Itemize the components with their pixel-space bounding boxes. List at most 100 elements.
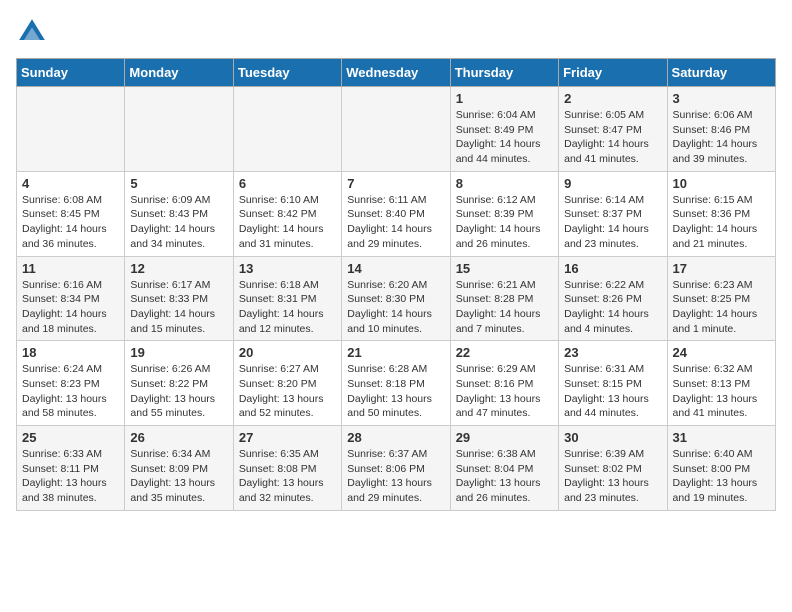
weekday-friday: Friday (559, 59, 667, 87)
day-info: Sunrise: 6:40 AM Sunset: 8:00 PM Dayligh… (673, 447, 770, 506)
day-info: Sunrise: 6:10 AM Sunset: 8:42 PM Dayligh… (239, 193, 336, 252)
day-number: 6 (239, 176, 336, 191)
day-info: Sunrise: 6:26 AM Sunset: 8:22 PM Dayligh… (130, 362, 227, 421)
day-info: Sunrise: 6:12 AM Sunset: 8:39 PM Dayligh… (456, 193, 553, 252)
calendar-cell: 2 Sunrise: 6:05 AM Sunset: 8:47 PM Daylig… (559, 87, 667, 172)
day-info: Sunrise: 6:33 AM Sunset: 8:11 PM Dayligh… (22, 447, 119, 506)
day-number: 7 (347, 176, 444, 191)
week-row-5: 25 Sunrise: 6:33 AM Sunset: 8:11 PM Dayli… (17, 426, 776, 511)
day-info: Sunrise: 6:18 AM Sunset: 8:31 PM Dayligh… (239, 278, 336, 337)
day-number: 29 (456, 430, 553, 445)
day-number: 14 (347, 261, 444, 276)
day-info: Sunrise: 6:20 AM Sunset: 8:30 PM Dayligh… (347, 278, 444, 337)
calendar-cell: 18 Sunrise: 6:24 AM Sunset: 8:23 PM Dayli… (17, 341, 125, 426)
day-number: 27 (239, 430, 336, 445)
day-number: 4 (22, 176, 119, 191)
day-info: Sunrise: 6:39 AM Sunset: 8:02 PM Dayligh… (564, 447, 661, 506)
day-info: Sunrise: 6:28 AM Sunset: 8:18 PM Dayligh… (347, 362, 444, 421)
day-info: Sunrise: 6:37 AM Sunset: 8:06 PM Dayligh… (347, 447, 444, 506)
weekday-monday: Monday (125, 59, 233, 87)
day-number: 3 (673, 91, 770, 106)
calendar-table: SundayMondayTuesdayWednesdayThursdayFrid… (16, 58, 776, 511)
calendar-cell: 26 Sunrise: 6:34 AM Sunset: 8:09 PM Dayli… (125, 426, 233, 511)
calendar-cell: 4 Sunrise: 6:08 AM Sunset: 8:45 PM Daylig… (17, 171, 125, 256)
calendar-cell: 28 Sunrise: 6:37 AM Sunset: 8:06 PM Dayli… (342, 426, 450, 511)
day-info: Sunrise: 6:09 AM Sunset: 8:43 PM Dayligh… (130, 193, 227, 252)
calendar-cell: 30 Sunrise: 6:39 AM Sunset: 8:02 PM Dayli… (559, 426, 667, 511)
day-number: 10 (673, 176, 770, 191)
day-info: Sunrise: 6:06 AM Sunset: 8:46 PM Dayligh… (673, 108, 770, 167)
day-info: Sunrise: 6:24 AM Sunset: 8:23 PM Dayligh… (22, 362, 119, 421)
day-number: 26 (130, 430, 227, 445)
day-info: Sunrise: 6:23 AM Sunset: 8:25 PM Dayligh… (673, 278, 770, 337)
day-number: 25 (22, 430, 119, 445)
calendar-cell: 13 Sunrise: 6:18 AM Sunset: 8:31 PM Dayli… (233, 256, 341, 341)
day-info: Sunrise: 6:16 AM Sunset: 8:34 PM Dayligh… (22, 278, 119, 337)
day-info: Sunrise: 6:34 AM Sunset: 8:09 PM Dayligh… (130, 447, 227, 506)
day-info: Sunrise: 6:17 AM Sunset: 8:33 PM Dayligh… (130, 278, 227, 337)
day-number: 5 (130, 176, 227, 191)
day-info: Sunrise: 6:21 AM Sunset: 8:28 PM Dayligh… (456, 278, 553, 337)
calendar-cell: 24Sunrise: 6:32 AM Sunset: 8:13 PM Dayli… (667, 341, 775, 426)
calendar-cell: 20Sunrise: 6:27 AM Sunset: 8:20 PM Dayli… (233, 341, 341, 426)
calendar-cell: 21 Sunrise: 6:28 AM Sunset: 8:18 PM Dayli… (342, 341, 450, 426)
day-number: 1 (456, 91, 553, 106)
header (16, 16, 776, 48)
week-row-4: 18 Sunrise: 6:24 AM Sunset: 8:23 PM Dayli… (17, 341, 776, 426)
calendar-cell: 3 Sunrise: 6:06 AM Sunset: 8:46 PM Daylig… (667, 87, 775, 172)
day-info: Sunrise: 6:14 AM Sunset: 8:37 PM Dayligh… (564, 193, 661, 252)
calendar-cell: 27 Sunrise: 6:35 AM Sunset: 8:08 PM Dayli… (233, 426, 341, 511)
calendar-cell: 7Sunrise: 6:11 AM Sunset: 8:40 PM Daylig… (342, 171, 450, 256)
day-number: 12 (130, 261, 227, 276)
calendar-cell: 16 Sunrise: 6:22 AM Sunset: 8:26 PM Dayli… (559, 256, 667, 341)
calendar-cell (233, 87, 341, 172)
calendar-cell: 22 Sunrise: 6:29 AM Sunset: 8:16 PM Dayli… (450, 341, 558, 426)
day-number: 18 (22, 345, 119, 360)
calendar-cell (125, 87, 233, 172)
calendar-cell: 8 Sunrise: 6:12 AM Sunset: 8:39 PM Daylig… (450, 171, 558, 256)
calendar-cell: 10 Sunrise: 6:15 AM Sunset: 8:36 PM Dayli… (667, 171, 775, 256)
day-number: 11 (22, 261, 119, 276)
calendar-cell: 29 Sunrise: 6:38 AM Sunset: 8:04 PM Dayli… (450, 426, 558, 511)
day-number: 2 (564, 91, 661, 106)
calendar-cell: 6 Sunrise: 6:10 AM Sunset: 8:42 PM Daylig… (233, 171, 341, 256)
day-number: 30 (564, 430, 661, 445)
week-row-1: 1 Sunrise: 6:04 AM Sunset: 8:49 PM Daylig… (17, 87, 776, 172)
calendar-cell: 5 Sunrise: 6:09 AM Sunset: 8:43 PM Daylig… (125, 171, 233, 256)
day-number: 16 (564, 261, 661, 276)
day-number: 23 (564, 345, 661, 360)
calendar-cell (342, 87, 450, 172)
calendar-body: 1 Sunrise: 6:04 AM Sunset: 8:49 PM Daylig… (17, 87, 776, 511)
day-info: Sunrise: 6:35 AM Sunset: 8:08 PM Dayligh… (239, 447, 336, 506)
weekday-saturday: Saturday (667, 59, 775, 87)
day-number: 21 (347, 345, 444, 360)
day-info: Sunrise: 6:22 AM Sunset: 8:26 PM Dayligh… (564, 278, 661, 337)
calendar-header: SundayMondayTuesdayWednesdayThursdayFrid… (17, 59, 776, 87)
weekday-tuesday: Tuesday (233, 59, 341, 87)
calendar-cell: 12 Sunrise: 6:17 AM Sunset: 8:33 PM Dayli… (125, 256, 233, 341)
weekday-sunday: Sunday (17, 59, 125, 87)
calendar-cell: 17 Sunrise: 6:23 AM Sunset: 8:25 PM Dayli… (667, 256, 775, 341)
day-number: 28 (347, 430, 444, 445)
logo-icon (16, 16, 48, 48)
day-number: 17 (673, 261, 770, 276)
day-number: 8 (456, 176, 553, 191)
weekday-wednesday: Wednesday (342, 59, 450, 87)
day-info: Sunrise: 6:05 AM Sunset: 8:47 PM Dayligh… (564, 108, 661, 167)
day-info: Sunrise: 6:38 AM Sunset: 8:04 PM Dayligh… (456, 447, 553, 506)
day-info: Sunrise: 6:08 AM Sunset: 8:45 PM Dayligh… (22, 193, 119, 252)
calendar-cell: 11 Sunrise: 6:16 AM Sunset: 8:34 PM Dayli… (17, 256, 125, 341)
day-number: 9 (564, 176, 661, 191)
day-number: 13 (239, 261, 336, 276)
calendar-cell: 15 Sunrise: 6:21 AM Sunset: 8:28 PM Dayli… (450, 256, 558, 341)
day-info: Sunrise: 6:04 AM Sunset: 8:49 PM Dayligh… (456, 108, 553, 167)
day-info: Sunrise: 6:32 AM Sunset: 8:13 PM Dayligh… (673, 362, 770, 421)
day-number: 20 (239, 345, 336, 360)
day-number: 15 (456, 261, 553, 276)
day-number: 22 (456, 345, 553, 360)
day-info: Sunrise: 6:29 AM Sunset: 8:16 PM Dayligh… (456, 362, 553, 421)
calendar-cell: 25 Sunrise: 6:33 AM Sunset: 8:11 PM Dayli… (17, 426, 125, 511)
week-row-2: 4 Sunrise: 6:08 AM Sunset: 8:45 PM Daylig… (17, 171, 776, 256)
weekday-thursday: Thursday (450, 59, 558, 87)
day-info: Sunrise: 6:15 AM Sunset: 8:36 PM Dayligh… (673, 193, 770, 252)
